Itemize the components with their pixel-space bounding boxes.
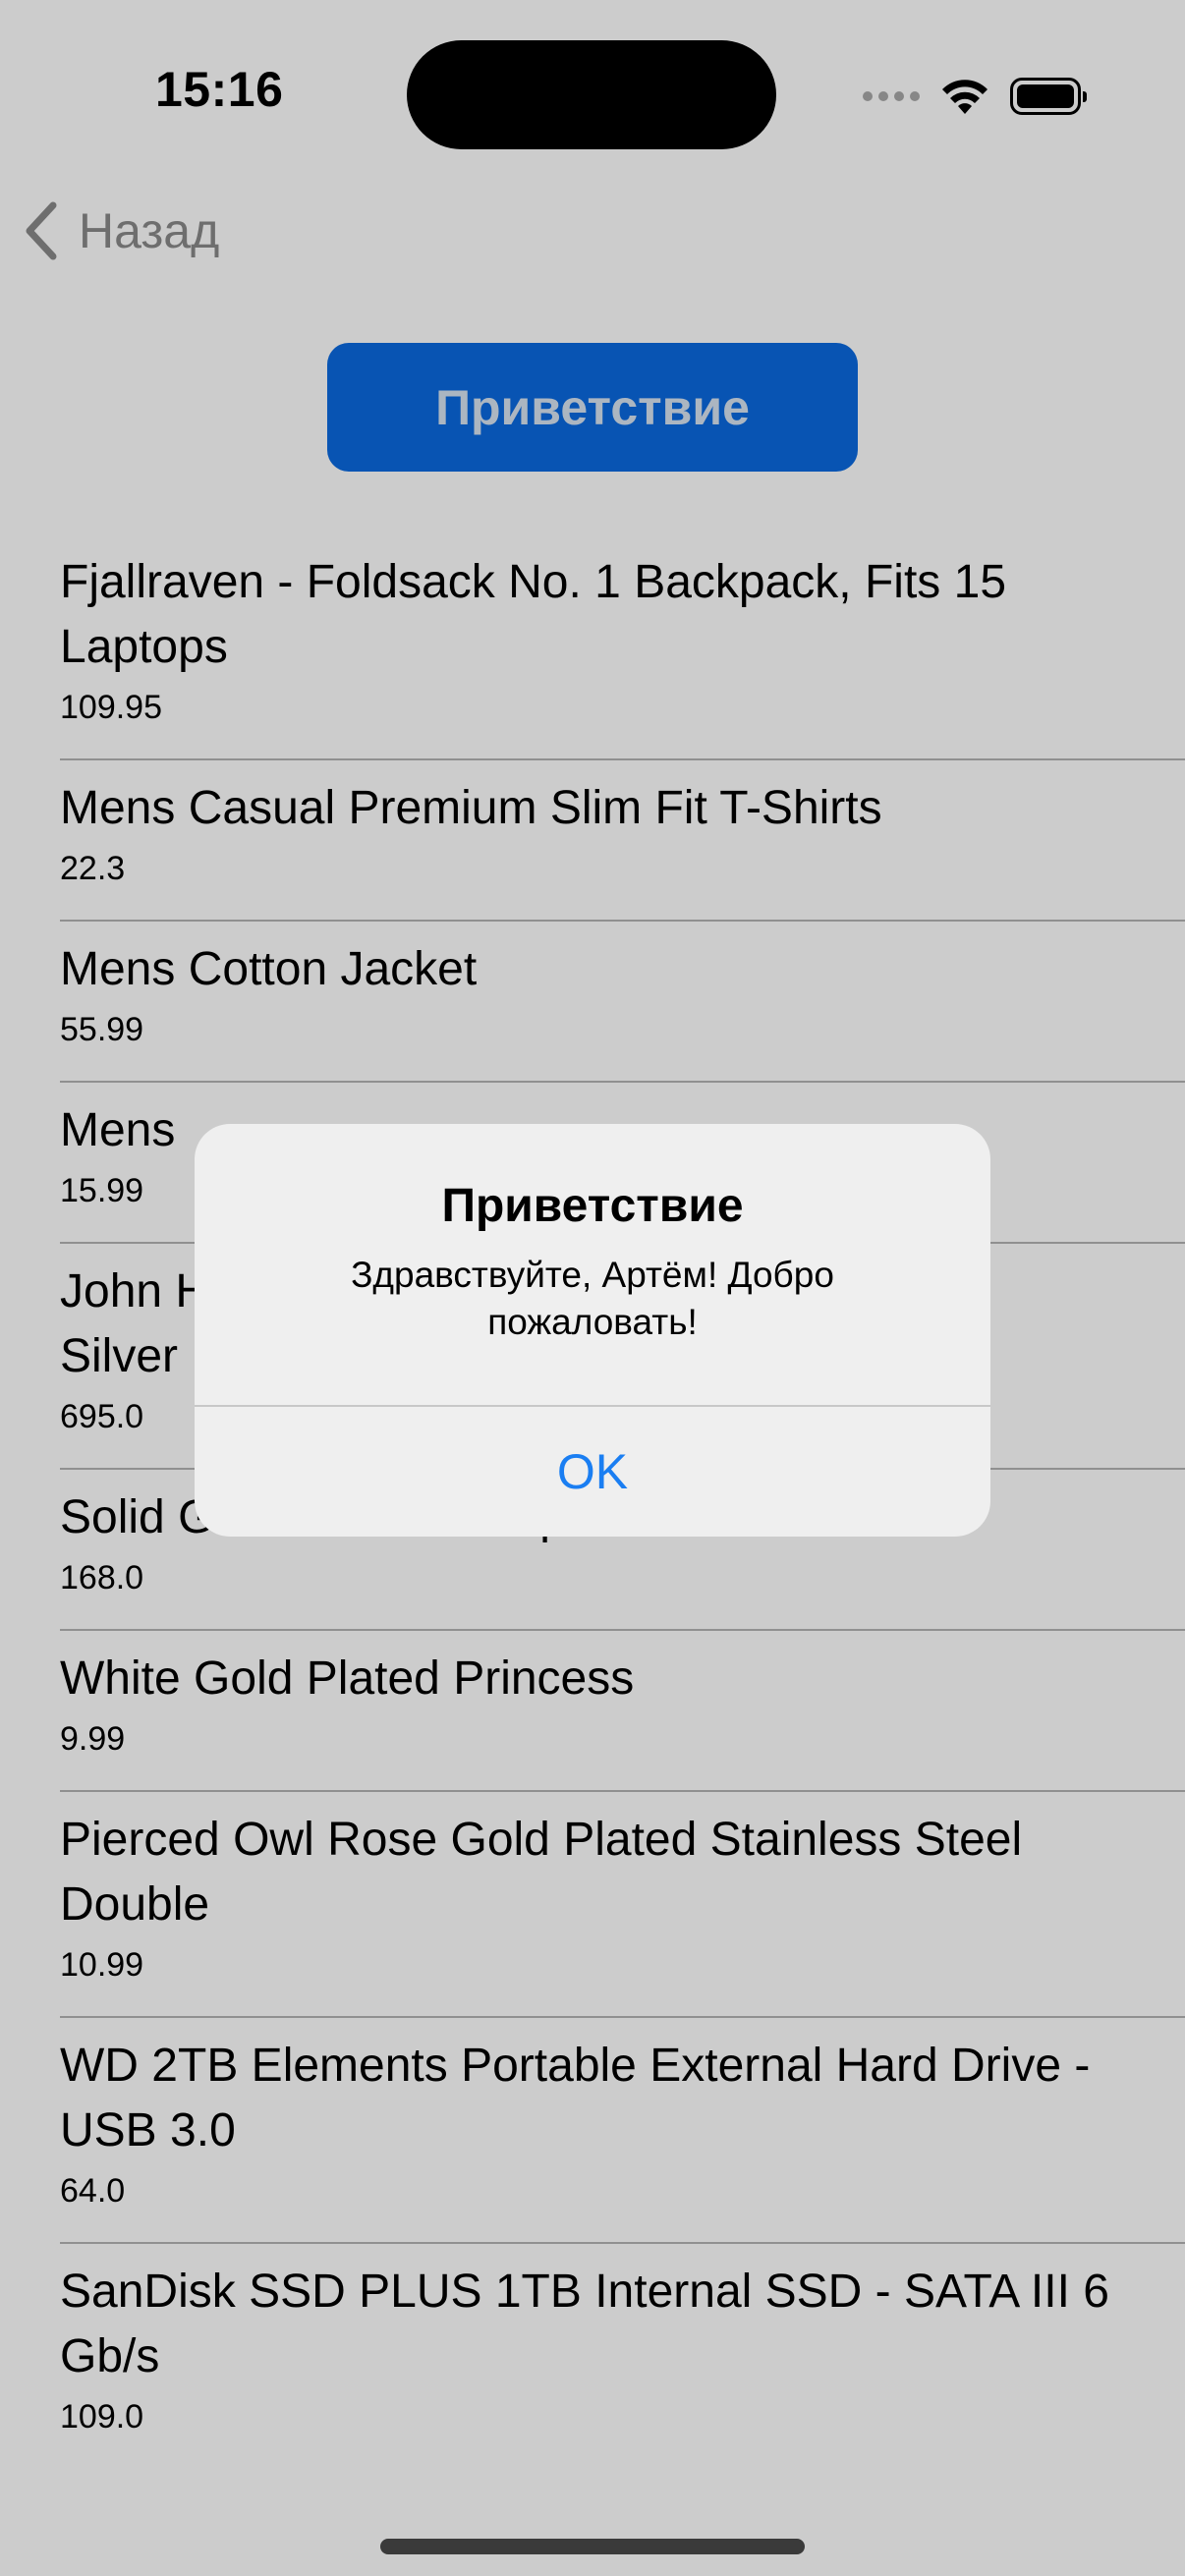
app-screen: 15:16 Назад Приветствие Fjallraven - Fol… bbox=[0, 0, 1185, 2576]
alert-message: Здравствуйте, Артём! Добро пожаловать! bbox=[351, 1255, 834, 1342]
alert-ok-button[interactable]: OK bbox=[195, 1407, 990, 1537]
alert-dialog: Приветствие Здравствуйте, Артём! Добро п… bbox=[195, 1124, 990, 1537]
home-indicator[interactable] bbox=[380, 2539, 805, 2554]
alert-title: Приветствие bbox=[441, 1180, 744, 1232]
